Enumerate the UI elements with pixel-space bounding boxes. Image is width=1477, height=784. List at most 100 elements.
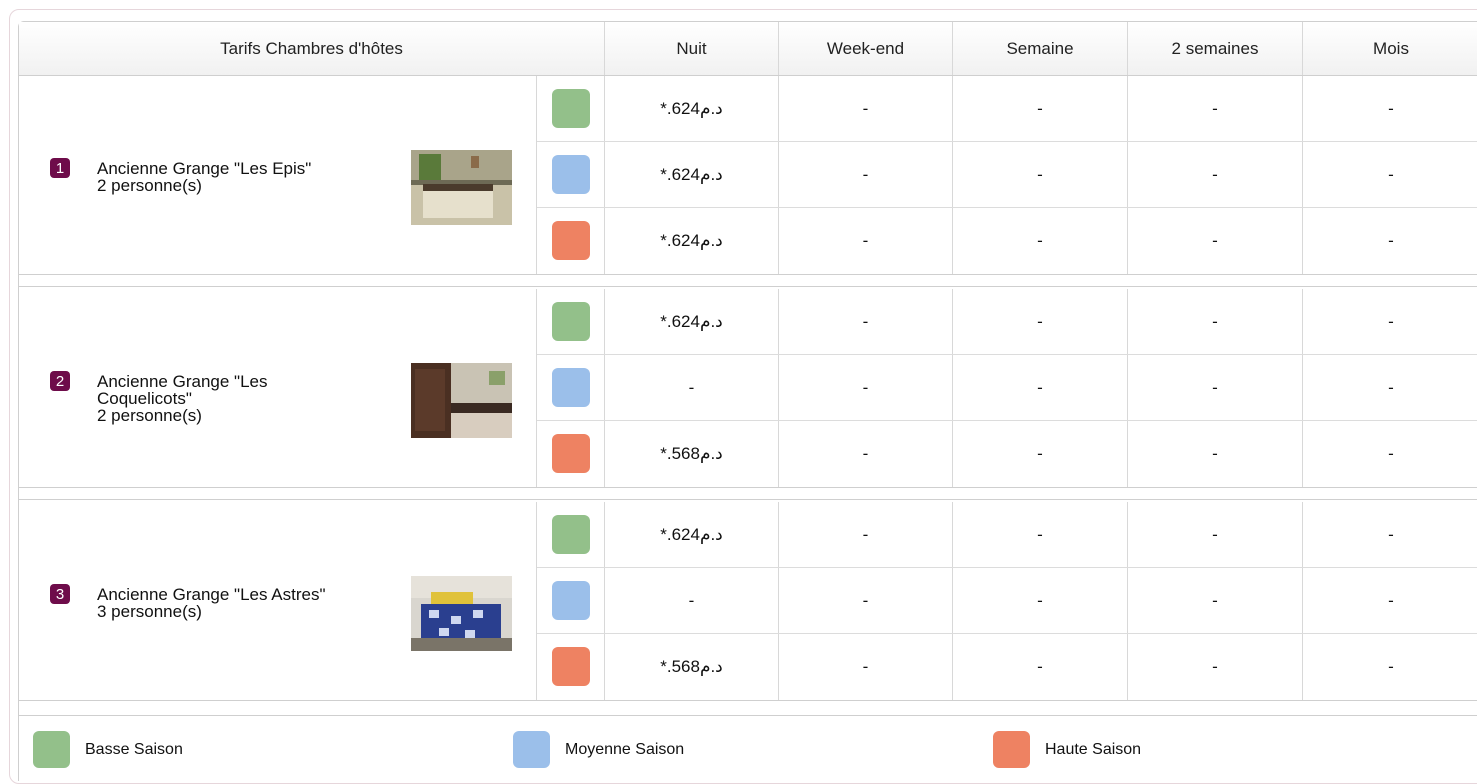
price-cell: - (953, 502, 1128, 567)
room-capacity: 2 personne(s) (97, 406, 202, 425)
col-header-mois: Mois (1373, 38, 1409, 58)
price-cell: *.د.م568 (605, 421, 779, 487)
price-cell: - (779, 502, 953, 567)
season-swatch-moyenne (552, 155, 590, 194)
table-title: Tarifs Chambres d'hôtes (19, 22, 605, 75)
price-cell: - (605, 355, 779, 420)
price-cell: *.د.م624 (605, 142, 779, 207)
season-swatch-cell (537, 289, 605, 354)
price-cell: - (1388, 164, 1394, 184)
season-swatch-moyenne (552, 581, 590, 620)
legend-label-basse: Basse Saison (85, 741, 183, 758)
price-cell: - (953, 568, 1128, 633)
price-cell: - (1128, 76, 1303, 141)
room-capacity: 2 personne(s) (97, 176, 202, 195)
bedroom-photo-icon[interactable] (411, 363, 512, 438)
price-cell: - (953, 355, 1128, 420)
price-cell: - (779, 355, 953, 420)
price-cell: - (953, 421, 1128, 487)
price-cell: - (1388, 231, 1394, 250)
bedroom-photo-icon[interactable] (411, 150, 512, 225)
season-legend: Basse Saison Moyenne Saison Haute Saison (19, 715, 1477, 775)
room-name[interactable]: Ancienne Grange "Les Astres" (97, 586, 367, 603)
room-details[interactable]: Ancienne Grange "Les Coquelicots" 2 pers… (97, 373, 367, 424)
price-cell: - (1388, 444, 1394, 463)
price-cell: - (1388, 524, 1394, 544)
price-cell: - (779, 421, 953, 487)
season-swatch-cell (537, 208, 605, 274)
price-cell: - (779, 142, 953, 207)
price-cell: - (605, 568, 779, 633)
rates-table-header: Tarifs Chambres d'hôtes Nuit Week-end Se… (19, 22, 1477, 76)
price-cell: - (1128, 634, 1303, 700)
price-cell: - (953, 208, 1128, 274)
col-header-2-semaines: 2 semaines (1128, 22, 1303, 75)
room-number-badge: 1 (50, 158, 70, 178)
col-header-week-end: Week-end (779, 22, 953, 75)
price-cell: *.د.م624 (605, 208, 779, 274)
season-swatch-cell (537, 502, 605, 567)
price-cell: - (1128, 142, 1303, 207)
season-swatch-cell (537, 634, 605, 700)
season-swatch-cell (537, 421, 605, 487)
price-cell: - (779, 289, 953, 354)
room-info: 1 Ancienne Grange "Les Epis" 2 personne(… (19, 76, 537, 274)
price-cell: - (1388, 657, 1394, 676)
row-divider (19, 487, 1477, 500)
price-cell: - (953, 76, 1128, 141)
price-row: *.د.م568 - - - - (537, 634, 1477, 700)
room-block-1: 1 Ancienne Grange "Les Epis" 2 personne(… (19, 76, 1477, 274)
room-details[interactable]: Ancienne Grange "Les Astres" 3 personne(… (97, 586, 367, 620)
price-cell: *.د.م624 (605, 289, 779, 354)
price-cell: - (1128, 568, 1303, 633)
price-cell: - (1388, 311, 1394, 331)
price-cell: - (953, 142, 1128, 207)
bedroom-photo-icon[interactable] (411, 576, 512, 651)
legend-label-moyenne: Moyenne Saison (565, 741, 685, 758)
season-swatch-cell (537, 142, 605, 207)
price-cell: - (1388, 590, 1394, 610)
price-cell: *.د.م624 (605, 502, 779, 567)
price-cell: - (953, 634, 1128, 700)
season-swatch-haute (552, 647, 590, 686)
season-swatch-cell (537, 355, 605, 420)
price-cell: - (1388, 377, 1394, 397)
price-row: - - - - - (537, 355, 1477, 421)
season-swatch-haute (552, 221, 590, 260)
room-number-badge: 3 (50, 584, 70, 604)
season-swatch-cell (537, 568, 605, 633)
season-swatch-cell (537, 76, 605, 141)
col-header-semaine: Semaine (953, 22, 1128, 75)
price-cell: - (953, 289, 1128, 354)
room-info: 2 Ancienne Grange "Les Coquelicots" 2 pe… (19, 289, 537, 487)
room-info: 3 Ancienne Grange "Les Astres" 3 personn… (19, 502, 537, 700)
price-row: *.د.م624 - - - - (537, 76, 1477, 142)
price-cell: - (779, 208, 953, 274)
room-name[interactable]: Ancienne Grange "Les Coquelicots" (97, 373, 367, 407)
legend-swatch-moyenne (513, 731, 550, 768)
season-swatch-basse (552, 89, 590, 128)
season-swatch-haute (552, 434, 590, 473)
price-row: *.د.م624 - - - - (537, 208, 1477, 274)
row-divider (19, 274, 1477, 287)
price-row: *.د.م624 - - - - (537, 289, 1477, 355)
room-details[interactable]: Ancienne Grange "Les Epis" 2 personne(s) (97, 160, 367, 194)
price-cell: - (1128, 289, 1303, 354)
season-swatch-basse (552, 515, 590, 554)
price-cell: - (1128, 208, 1303, 274)
price-row: - - - - - (537, 568, 1477, 634)
col-header-nuit: Nuit (605, 22, 779, 75)
price-cell: *.د.م624 (605, 76, 779, 141)
room-block-2: 2 Ancienne Grange "Les Coquelicots" 2 pe… (19, 289, 1477, 487)
legend-swatch-basse (33, 731, 70, 768)
price-row: *.د.م624 - - - - (537, 502, 1477, 568)
room-number-badge: 2 (50, 371, 70, 391)
price-cell: - (1128, 502, 1303, 567)
price-row: *.د.م624 - - - - (537, 142, 1477, 208)
legend-label-haute: Haute Saison (1045, 741, 1142, 758)
room-name[interactable]: Ancienne Grange "Les Epis" (97, 160, 367, 177)
price-cell: - (1128, 355, 1303, 420)
season-swatch-moyenne (552, 368, 590, 407)
price-row: *.د.م568 - - - - (537, 421, 1477, 487)
price-cell: *.د.م568 (605, 634, 779, 700)
